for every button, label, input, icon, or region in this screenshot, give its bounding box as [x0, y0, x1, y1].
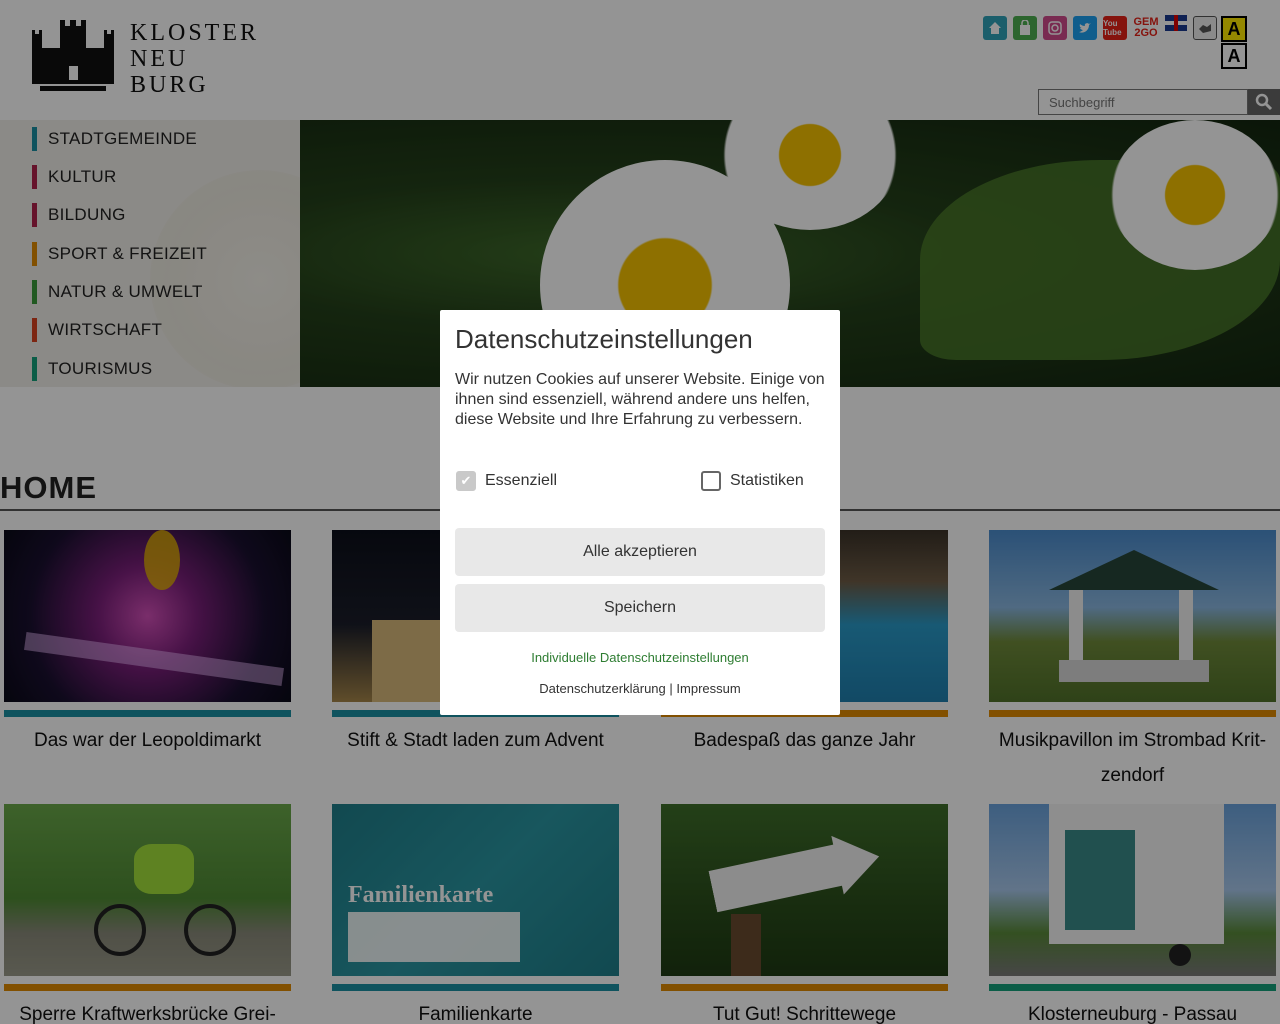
statistics-checkbox-label: Statistiken	[730, 472, 804, 489]
checkbox-checked-icon: ✔	[456, 471, 476, 491]
checkbox-unchecked-icon	[701, 471, 721, 491]
privacy-settings-dialog: Datenschutzeinstellungen Wir nutzen Cook…	[440, 310, 840, 715]
individual-settings-link[interactable]: Individuelle Datenschutzeinstellungen	[440, 650, 840, 665]
privacy-policy-link[interactable]: Datenschutzerklärung	[539, 681, 665, 696]
save-button[interactable]: Speichern	[455, 584, 825, 632]
dialog-title: Datenschutzeinstellungen	[455, 324, 753, 354]
accept-all-button[interactable]: Alle akzeptieren	[455, 528, 825, 576]
imprint-link[interactable]: Impressum	[676, 681, 740, 696]
essential-checkbox-label: Essenziell	[485, 472, 558, 489]
essential-checkbox[interactable]: ✔ Essenziell	[456, 471, 557, 491]
statistics-checkbox[interactable]: Statistiken	[701, 471, 804, 491]
dialog-description: Wir nutzen Cookies auf unserer Website. …	[455, 371, 825, 428]
footer-separator: |	[669, 681, 673, 696]
dialog-footer-links: Datenschutzerklärung | Impressum	[440, 681, 840, 696]
